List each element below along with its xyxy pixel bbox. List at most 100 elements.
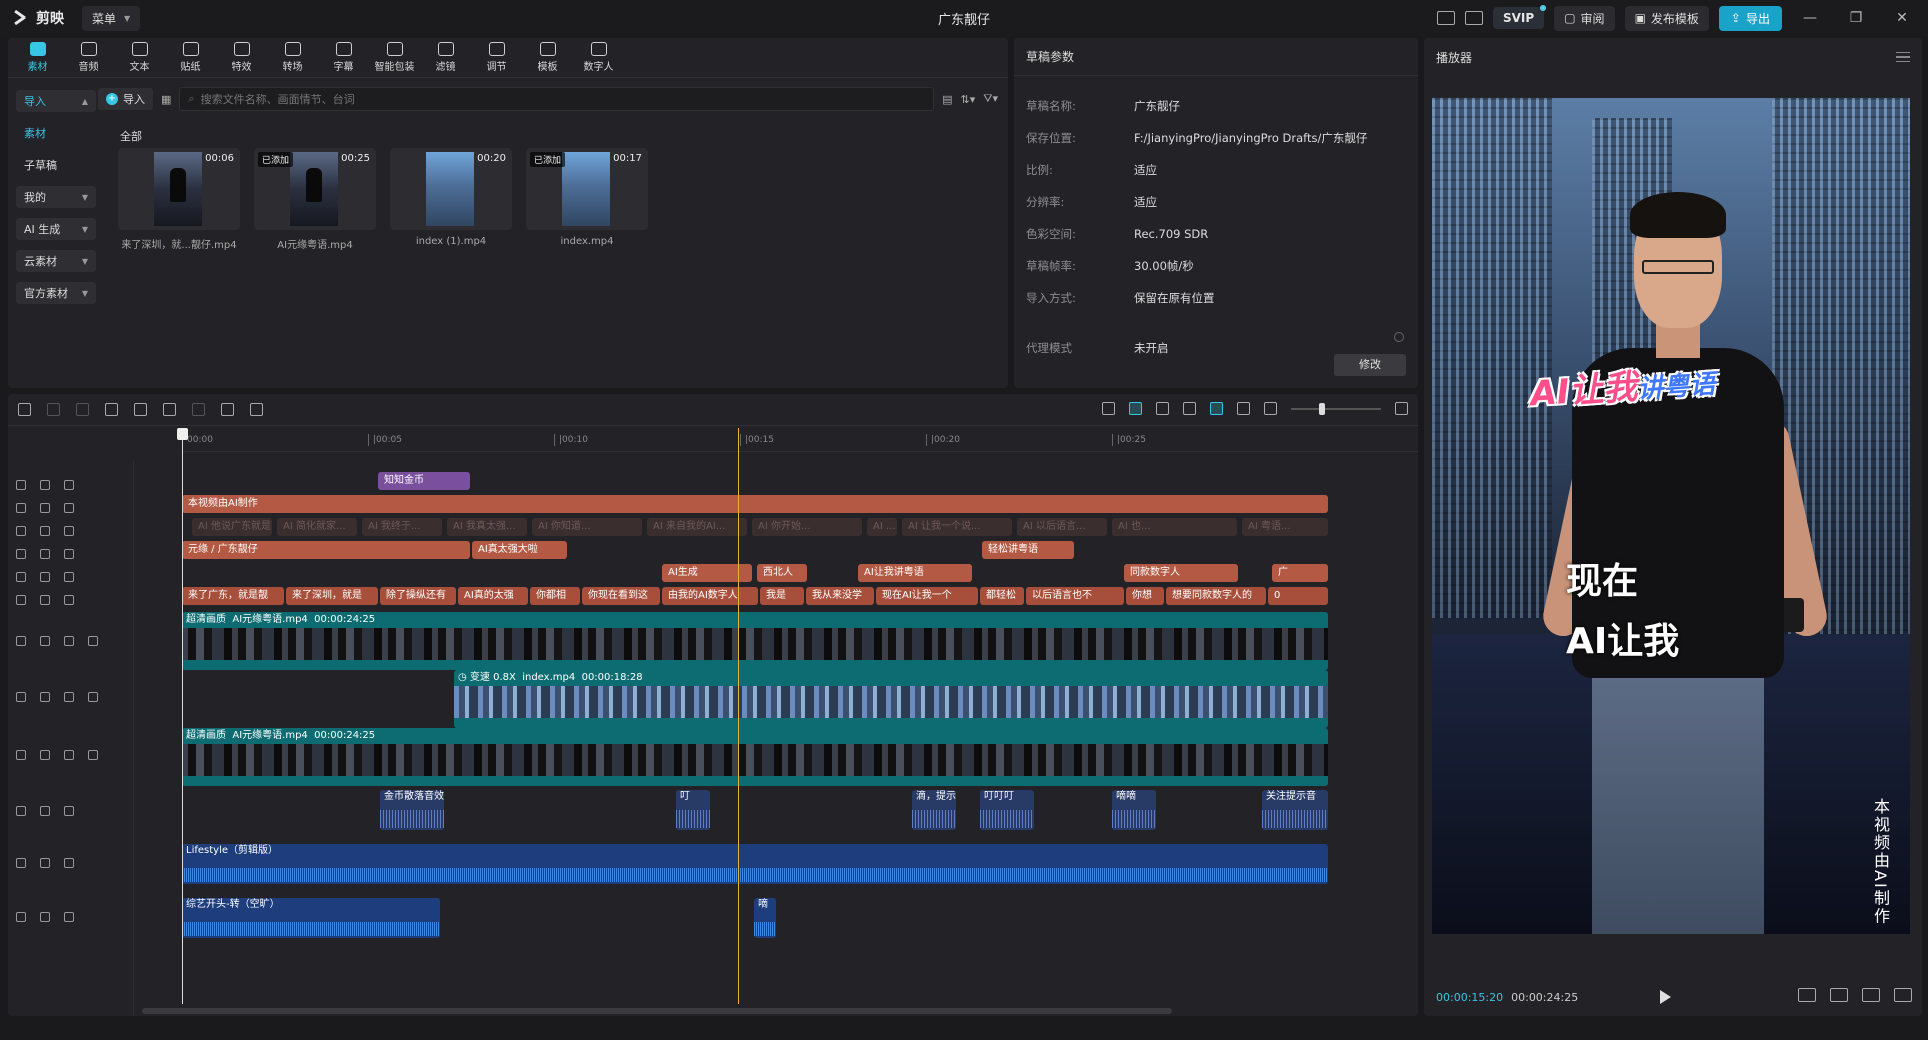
tab-smart-pack[interactable]: 智能包装 bbox=[369, 38, 420, 77]
svip-button[interactable]: SVIP bbox=[1493, 5, 1547, 29]
text-clip[interactable]: 由我的AI数字人 bbox=[662, 587, 758, 605]
audio-clip[interactable]: 金币散落音效 bbox=[380, 790, 444, 830]
sidebar-item-mine[interactable]: 我的 ▼ bbox=[16, 186, 96, 208]
undo-icon[interactable] bbox=[47, 403, 60, 416]
ghost-text-clip[interactable]: AI 简化就家... bbox=[277, 518, 357, 536]
menu-button[interactable]: 菜单 ▼ bbox=[82, 5, 141, 31]
ghost-text-clip[interactable]: AI 你开始... bbox=[752, 518, 862, 536]
text-clip[interactable]: AI让我讲粤语 bbox=[858, 564, 972, 582]
export-button[interactable]: ⇪ 导出 bbox=[1718, 5, 1782, 31]
fullscreen-icon[interactable] bbox=[1894, 988, 1912, 1002]
audio-clip[interactable]: 嘀 bbox=[754, 898, 776, 938]
layout-icon[interactable] bbox=[1465, 11, 1483, 25]
sidebar-item-ai-generate[interactable]: AI 生成 ▼ bbox=[16, 218, 96, 240]
playhead[interactable] bbox=[738, 428, 739, 1004]
ghost-text-clip[interactable]: AI 来自我的AI... bbox=[647, 518, 747, 536]
search-input[interactable] bbox=[200, 92, 934, 106]
link-icon[interactable] bbox=[1183, 402, 1196, 415]
eye-icon[interactable] bbox=[64, 636, 74, 646]
review-button[interactable]: ▢ 审阅 bbox=[1554, 5, 1615, 31]
ghost-text-clip[interactable]: AI ... bbox=[867, 518, 897, 536]
snapshot-icon[interactable] bbox=[1830, 988, 1848, 1002]
audio-clip[interactable]: 叮叮叮 bbox=[980, 790, 1034, 830]
ghost-text-clip[interactable]: AI 我真太强... bbox=[447, 518, 527, 536]
split-right-icon[interactable] bbox=[163, 403, 176, 416]
tab-filter[interactable]: 滤镜 bbox=[420, 38, 471, 77]
split-left-icon[interactable] bbox=[134, 403, 147, 416]
marker-icon[interactable] bbox=[221, 403, 234, 416]
ghost-text-clip[interactable]: AI 粤语... bbox=[1242, 518, 1328, 536]
text-clip[interactable]: 本视频由AI制作 bbox=[182, 495, 1328, 513]
redo-icon[interactable] bbox=[76, 403, 89, 416]
sidebar-item-cloud[interactable]: 云素材 ▼ bbox=[16, 250, 96, 272]
fit-icon[interactable] bbox=[1237, 402, 1250, 415]
menu-icon[interactable] bbox=[1896, 52, 1910, 62]
delete-icon[interactable] bbox=[192, 403, 205, 416]
horizontal-scrollbar[interactable] bbox=[142, 1008, 1172, 1014]
text-clip[interactable]: 除了操纵还有 bbox=[380, 587, 456, 605]
text-clip[interactable]: 我是 bbox=[760, 587, 804, 605]
time-ruler[interactable]: 00:00 |00:05 |00:10 |00:15 |00:20 |00:25 bbox=[182, 428, 1418, 452]
volume-icon[interactable] bbox=[88, 692, 98, 702]
filter-icon[interactable]: ⛛▾ bbox=[983, 92, 998, 106]
text-clip[interactable]: 同款数字人 bbox=[1124, 564, 1238, 582]
ghost-text-clip[interactable]: AI 他说广东就是... bbox=[192, 518, 272, 536]
text-clip[interactable]: 广 bbox=[1272, 564, 1328, 582]
video-clip[interactable]: 超清画质 AI元缘粤语.mp4 00:00:24:25 bbox=[182, 612, 1328, 670]
volume-icon[interactable] bbox=[88, 636, 98, 646]
crop-icon[interactable] bbox=[250, 403, 263, 416]
tab-adjust[interactable]: 调节 bbox=[471, 38, 522, 77]
start-marker[interactable] bbox=[177, 428, 188, 1004]
volume-icon[interactable] bbox=[64, 858, 74, 868]
text-clip[interactable]: 你现在看到这 bbox=[582, 587, 660, 605]
eye-hidden-icon[interactable] bbox=[64, 526, 74, 536]
audio-clip[interactable]: 关注提示音 bbox=[1262, 790, 1328, 830]
text-clip[interactable]: 轻松讲粤语 bbox=[982, 541, 1074, 559]
close-icon[interactable]: ✕ bbox=[1884, 10, 1920, 26]
sidebar-item-import[interactable]: 导入 ▲ bbox=[16, 90, 96, 112]
import-button[interactable]: + 导入 bbox=[98, 88, 153, 110]
volume-icon[interactable] bbox=[88, 750, 98, 760]
tab-transition[interactable]: 转场 bbox=[267, 38, 318, 77]
video-clip[interactable]: 超清画质 AI元缘粤语.mp4 00:00:24:25 bbox=[182, 728, 1328, 786]
text-clip[interactable]: AI真的太强 bbox=[458, 587, 528, 605]
lock-icon[interactable] bbox=[40, 912, 50, 922]
auto-snap-icon[interactable] bbox=[1156, 402, 1169, 415]
text-clip[interactable]: 元缘 / 广东靓仔 bbox=[182, 541, 470, 559]
audio-clip[interactable]: 叮 bbox=[676, 790, 710, 830]
text-clip[interactable]: 以后语言也不 bbox=[1026, 587, 1124, 605]
volume-icon[interactable] bbox=[64, 806, 74, 816]
eye-icon[interactable] bbox=[64, 549, 74, 559]
tab-audio[interactable]: 音频 bbox=[63, 38, 114, 77]
text-clip[interactable]: 来了深圳，就是 bbox=[286, 587, 378, 605]
volume-icon[interactable] bbox=[64, 912, 74, 922]
eye-icon[interactable] bbox=[64, 572, 74, 582]
text-clip[interactable]: 都轻松 bbox=[980, 587, 1024, 605]
sidebar-item-subdraft[interactable]: 子草稿 bbox=[16, 154, 96, 176]
view-toggle-icon[interactable]: ▤ bbox=[942, 93, 952, 106]
audio-clip[interactable]: 嘀嘀 bbox=[1112, 790, 1156, 830]
lock-icon[interactable] bbox=[40, 750, 50, 760]
eye-icon[interactable] bbox=[64, 503, 74, 513]
zoom-knob[interactable] bbox=[1319, 402, 1325, 415]
text-clip[interactable]: 现在AI让我一个 bbox=[876, 587, 978, 605]
zoom-out-icon[interactable] bbox=[1264, 402, 1277, 415]
lock-icon[interactable] bbox=[40, 595, 50, 605]
main-track-magnet-icon[interactable] bbox=[1129, 402, 1142, 415]
ghost-text-clip[interactable]: AI 你知道... bbox=[532, 518, 642, 536]
maximize-icon[interactable]: ❐ bbox=[1838, 10, 1874, 26]
tab-effects[interactable]: 特效 bbox=[216, 38, 267, 77]
media-item[interactable]: 已添加 00:25 AI元缘粤语.mp4 bbox=[254, 148, 376, 251]
text-clip[interactable]: AI真太强大啦 bbox=[472, 541, 567, 559]
effect-clip[interactable]: 知知金币 bbox=[378, 472, 470, 490]
video-clip[interactable]: ◷ 变速 0.8X index.mp4 00:00:18:28 bbox=[454, 670, 1328, 728]
eye-icon[interactable] bbox=[64, 750, 74, 760]
tab-sticker[interactable]: 贴纸 bbox=[165, 38, 216, 77]
text-clip[interactable]: 0 bbox=[1268, 587, 1328, 605]
eye-icon[interactable] bbox=[64, 480, 74, 490]
ghost-text-clip[interactable]: AI 让我一个说... bbox=[902, 518, 1012, 536]
audio-clip[interactable]: 综艺开头-转（空旷） bbox=[182, 898, 440, 938]
music-clip[interactable]: Lifestyle（剪辑版） bbox=[182, 844, 1328, 884]
video-preview[interactable]: AI让我讲粤语 现在 AI让我 本视频由AI制作 bbox=[1432, 98, 1910, 934]
lock-icon[interactable] bbox=[40, 636, 50, 646]
